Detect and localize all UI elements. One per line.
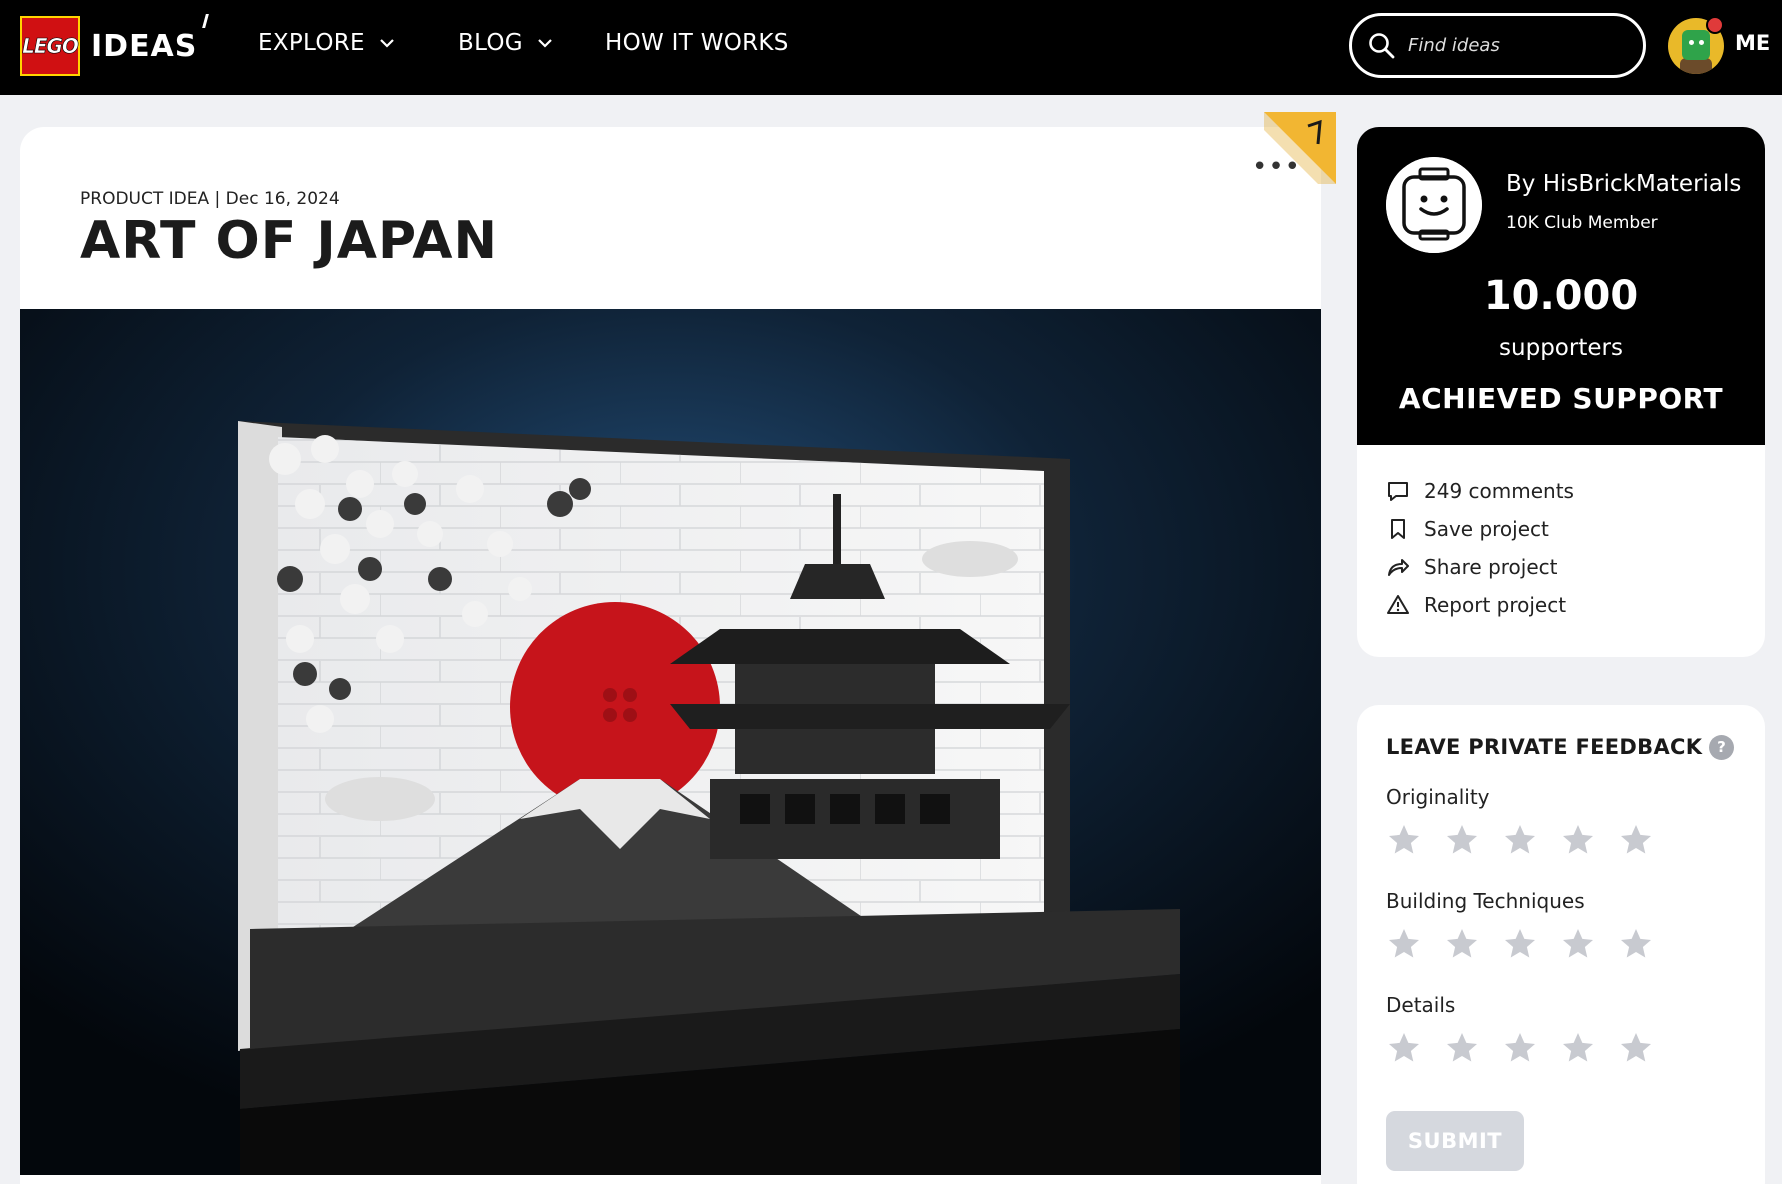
star-icon[interactable] <box>1502 926 1538 962</box>
nav-how-it-works-label: HOW IT WORKS <box>605 30 789 56</box>
lego-logo-text: LEGO <box>22 34 79 59</box>
project-hero-image[interactable] <box>20 309 1321 1175</box>
nav-blog[interactable]: BLOG <box>458 30 553 56</box>
star-icon[interactable] <box>1386 926 1422 962</box>
supporters-label: supporters <box>1499 335 1623 361</box>
star-icon[interactable] <box>1502 1030 1538 1066</box>
comments-label: 249 comments <box>1424 479 1574 503</box>
avatar-eye <box>1689 40 1694 45</box>
nav-blog-label: BLOG <box>458 30 523 56</box>
page-title: ART OF JAPAN <box>80 211 499 271</box>
comment-icon <box>1388 482 1408 501</box>
warning-icon <box>1387 595 1409 614</box>
lego-logo-badge: LEGO <box>20 16 80 76</box>
save-project-label: Save project <box>1424 517 1549 541</box>
star-icon[interactable] <box>1618 822 1654 858</box>
share-project-label: Share project <box>1424 555 1558 579</box>
author-avatar[interactable] <box>1386 157 1482 253</box>
author-name[interactable]: By HisBrickMaterials <box>1506 171 1741 197</box>
search-input[interactable] <box>1408 35 1628 56</box>
rating-stars-originality <box>1386 822 1676 858</box>
chevron-down-icon <box>380 39 394 48</box>
submit-feedback-button[interactable]: SUBMIT <box>1386 1111 1524 1171</box>
star-icon[interactable] <box>1560 822 1596 858</box>
star-icon[interactable] <box>1502 822 1538 858</box>
nav-how-it-works[interactable]: HOW IT WORKS <box>605 30 789 56</box>
search-icon <box>1369 32 1395 58</box>
star-icon[interactable] <box>1444 822 1480 858</box>
avatar-eye <box>1699 40 1704 45</box>
support-status: ACHIEVED SUPPORT <box>1398 382 1724 415</box>
report-project-button[interactable]: Report project <box>1386 593 1566 617</box>
rating-label-details: Details <box>1386 993 1456 1017</box>
nav-explore-label: EXPLORE <box>258 30 365 56</box>
share-icon <box>1388 559 1409 576</box>
corner-flag-icon <box>1264 112 1336 184</box>
rating-stars-building-techniques <box>1386 926 1676 962</box>
feedback-title: LEAVE PRIVATE FEEDBACK <box>1386 735 1703 759</box>
idea-meta: PRODUCT IDEA | Dec 16, 2024 <box>80 189 340 209</box>
feedback-card: LEAVE PRIVATE FEEDBACK ? Originality Bui… <box>1357 705 1765 1184</box>
author-card: By HisBrickMaterials 10K Club Member 10.… <box>1357 127 1765 657</box>
author-badge: 10K Club Member <box>1506 213 1658 233</box>
user-menu-label[interactable]: ME <box>1735 31 1770 55</box>
star-icon[interactable] <box>1618 1030 1654 1066</box>
ideas-tick-mark <box>199 14 209 28</box>
star-icon[interactable] <box>1386 1030 1422 1066</box>
star-icon[interactable] <box>1386 822 1422 858</box>
share-project-button[interactable]: Share project <box>1386 555 1558 579</box>
star-icon[interactable] <box>1560 1030 1596 1066</box>
report-project-label: Report project <box>1424 593 1567 617</box>
save-project-button[interactable]: Save project <box>1386 517 1549 541</box>
star-icon[interactable] <box>1560 926 1596 962</box>
star-icon[interactable] <box>1618 926 1654 962</box>
star-icon[interactable] <box>1444 1030 1480 1066</box>
bookmark-icon <box>1391 519 1405 539</box>
nav-explore[interactable]: EXPLORE <box>258 30 395 56</box>
lego-ideas-logo[interactable]: LEGO IDEAS <box>20 14 209 76</box>
author-header: By HisBrickMaterials 10K Club Member 10.… <box>1357 127 1765 445</box>
avatar-face <box>1682 30 1710 60</box>
rating-label-building-techniques: Building Techniques <box>1386 889 1585 913</box>
notification-dot <box>1706 16 1724 34</box>
top-navigation: LEGO IDEAS EXPLORE BLOG HOW IT WORKS ME <box>0 0 1782 95</box>
rating-stars-details <box>1386 1030 1676 1066</box>
star-icon[interactable] <box>1444 926 1480 962</box>
comments-link[interactable]: 249 comments <box>1386 479 1574 503</box>
supporters-count: 10.000 <box>1483 273 1639 319</box>
chevron-down-icon <box>538 39 552 48</box>
rating-label-originality: Originality <box>1386 785 1490 809</box>
ideas-brand-text: IDEAS <box>91 28 198 64</box>
help-icon[interactable]: ? <box>1709 735 1734 760</box>
avatar-body <box>1680 58 1712 74</box>
search-box[interactable] <box>1349 13 1646 78</box>
